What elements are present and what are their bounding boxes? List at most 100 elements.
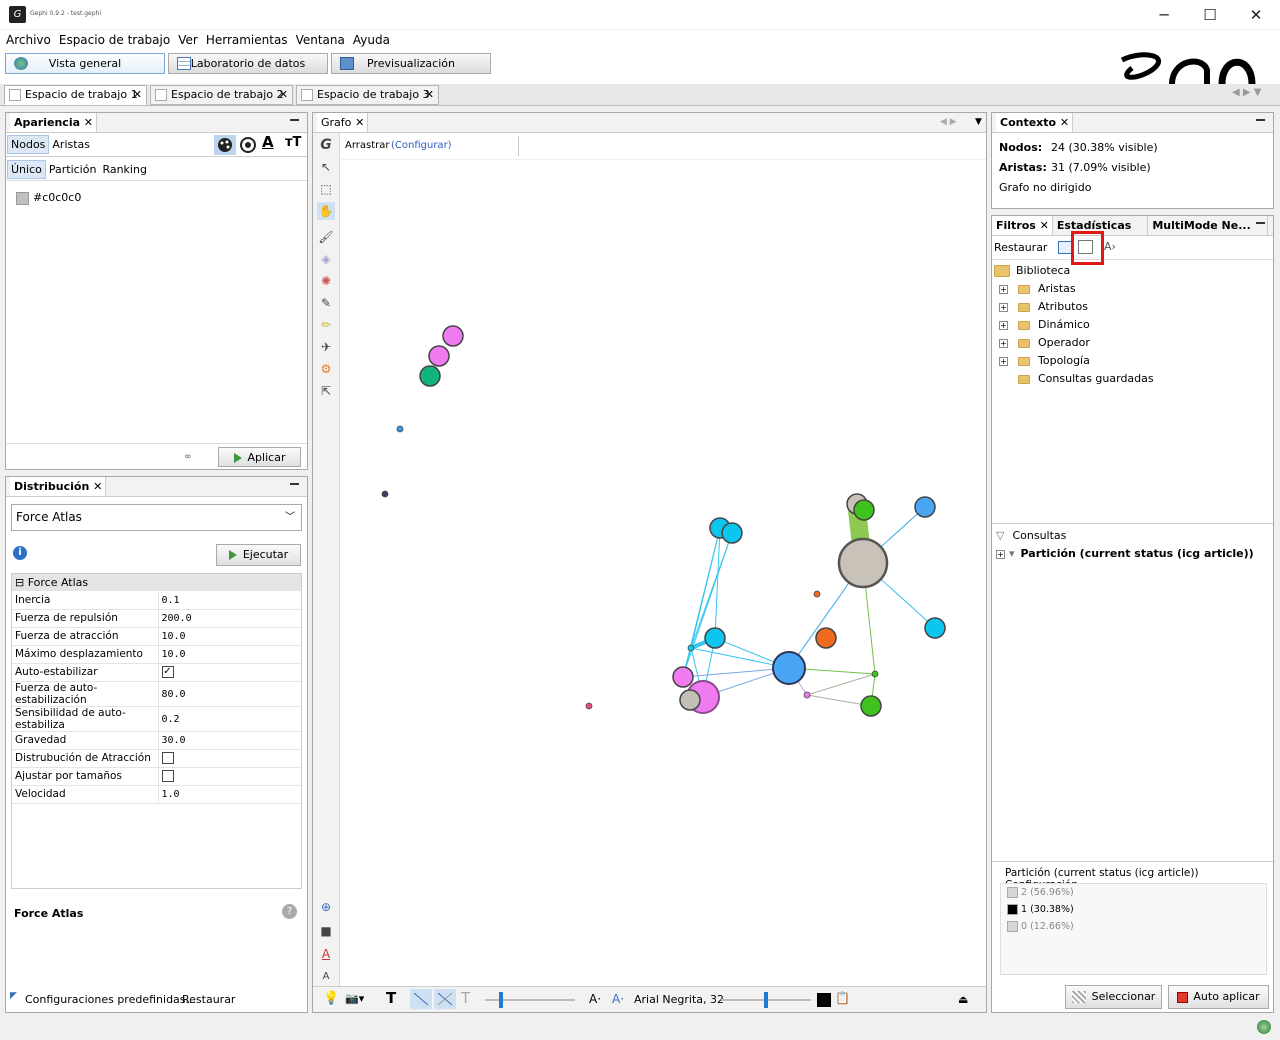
gear-icon[interactable]: ⚙ — [317, 360, 335, 378]
graph-node[interactable] — [704, 627, 726, 649]
property-row[interactable]: Fuerza de auto-estabilización 80.0 — [12, 681, 301, 707]
layout-algorithm-select[interactable]: Force Atlas ﹀ — [11, 504, 302, 531]
property-value[interactable] — [158, 767, 301, 786]
tree-item-operador[interactable]: + Operador — [994, 334, 1273, 352]
graph-node[interactable] — [860, 695, 882, 717]
collapse-icon[interactable]: ⏏ — [958, 993, 968, 1006]
graph-node[interactable] — [813, 590, 821, 598]
tab-multimode[interactable]: MultiMode Ne... — [1148, 216, 1268, 235]
graph-tabs-menu-icon[interactable]: ▼ — [975, 113, 982, 132]
font-color-icon[interactable]: A· — [612, 992, 624, 1006]
property-row[interactable]: Gravedad 30.0 — [12, 731, 301, 750]
expand-icon[interactable]: + — [999, 284, 1008, 294]
show-labels-icon[interactable]: T — [386, 989, 396, 1007]
network-status-icon[interactable] — [1257, 1020, 1271, 1034]
close-button[interactable]: ✕ — [1233, 0, 1279, 30]
layout-tab[interactable]: Distribución ✕ — [10, 477, 107, 496]
font-label[interactable]: Arial Negrita, 32 — [634, 993, 724, 1006]
appearance-tab[interactable]: Apariencia ✕ — [10, 113, 98, 132]
workspace-tab-3[interactable]: Espacio de trabajo 3 ✕ — [296, 85, 439, 105]
property-row[interactable]: Auto-estabilizar ✓ — [12, 663, 301, 682]
context-tab[interactable]: Contexto ✕ — [996, 113, 1074, 132]
tab-edges[interactable]: Aristas — [49, 136, 93, 153]
tree-item-aristas[interactable]: + Aristas — [994, 280, 1273, 298]
minimize-panel-icon[interactable] — [1256, 222, 1265, 224]
run-button[interactable]: Ejecutar — [216, 544, 301, 566]
expand-icon[interactable]: + — [999, 356, 1008, 366]
graph-canvas[interactable] — [341, 160, 986, 987]
property-row[interactable]: Ajustar por tamaños — [12, 767, 301, 786]
slider-thumb[interactable] — [764, 992, 768, 1008]
menu-espacio-de-trabajo[interactable]: Espacio de trabajo — [53, 30, 172, 47]
property-value[interactable]: 0.1 — [158, 591, 301, 610]
menu-ayuda[interactable]: Ayuda — [347, 30, 392, 47]
presets-link[interactable]: Configuraciones predefinidas... — [25, 993, 196, 1006]
property-value[interactable]: 10.0 — [158, 627, 301, 646]
tab-ranking[interactable]: Ranking — [99, 161, 150, 178]
graph-node[interactable] — [924, 617, 946, 639]
menu-ver[interactable]: Ver — [172, 30, 200, 47]
hand-drag-icon[interactable]: ✋ — [317, 202, 335, 220]
property-row[interactable]: Máximo desplazamiento 10.0 — [12, 645, 301, 664]
close-icon[interactable]: ✕ — [1060, 113, 1069, 132]
close-tab-icon[interactable]: ✕ — [425, 86, 434, 104]
slider-thumb[interactable] — [499, 992, 503, 1008]
graph-node[interactable] — [585, 702, 593, 710]
property-value[interactable]: 80.0 — [158, 681, 301, 707]
workspace-tab-1[interactable]: Espacio de trabajo 1 ✕ — [4, 85, 147, 105]
queries-root[interactable]: ▽ Consultas — [996, 527, 1254, 545]
library-root[interactable]: Biblioteca — [994, 262, 1273, 280]
reset-filters-button[interactable]: Restaurar — [994, 241, 1047, 254]
graph-tabs-nav-icon[interactable]: ◀ ▶ — [940, 113, 957, 132]
info-icon[interactable]: i — [13, 546, 27, 560]
property-row[interactable]: Velocidad 1.0 — [12, 785, 301, 804]
graph-node[interactable] — [837, 537, 889, 589]
close-tab-icon[interactable]: ✕ — [133, 86, 142, 104]
expand-icon[interactable]: + — [996, 549, 1005, 559]
close-icon[interactable]: ✕ — [84, 113, 93, 132]
help-icon[interactable]: ? — [282, 904, 297, 919]
graph-node[interactable] — [772, 651, 806, 685]
graph-node[interactable] — [871, 670, 879, 678]
size-icon[interactable] — [238, 135, 258, 155]
apply-button[interactable]: Aplicar — [218, 447, 301, 467]
minimize-panel-icon[interactable] — [1256, 119, 1265, 121]
color-wheel-icon[interactable]: ✺ — [317, 272, 335, 290]
legend-item[interactable]: 1 (30.38%) — [1001, 901, 1266, 918]
property-value[interactable] — [158, 749, 301, 768]
graph-node[interactable] — [396, 425, 404, 433]
minimize-panel-icon[interactable] — [290, 119, 299, 121]
expand-icon[interactable]: + — [999, 302, 1008, 312]
airplane-icon[interactable]: ✈ — [317, 338, 335, 356]
legend-item[interactable]: 0 (12.66%) — [1001, 918, 1266, 935]
paintbrush-icon[interactable]: 🖌 — [317, 228, 335, 246]
data-lab-button[interactable]: Laboratorio de datos — [168, 53, 328, 74]
tree-item-topologia[interactable]: + Topología — [994, 352, 1273, 370]
legend-item[interactable]: 2 (56.96%) — [1001, 884, 1266, 901]
font-size-icon[interactable]: A· — [589, 992, 601, 1006]
graph-node[interactable] — [442, 325, 464, 347]
graph-node[interactable] — [914, 496, 936, 518]
graph-node[interactable] — [853, 499, 875, 521]
color-swatch[interactable] — [16, 191, 29, 205]
minimize-button[interactable]: ─ — [1141, 0, 1187, 30]
auto-apply-button[interactable]: Auto aplicar — [1168, 985, 1269, 1009]
property-row[interactable]: Fuerza de atracción 10.0 — [12, 627, 301, 646]
tab-unique[interactable]: Único — [7, 160, 46, 179]
close-tab-icon[interactable]: ✕ — [279, 86, 288, 104]
help-pointer-icon[interactable]: ⇱ — [317, 382, 335, 400]
label-size-mode-icon[interactable]: T — [461, 989, 470, 1007]
link-icon[interactable]: ∞ — [184, 452, 192, 462]
tree-item-dinamico[interactable]: + Dinámico — [994, 316, 1273, 334]
label-font-icon[interactable]: A — [317, 968, 335, 986]
label-size-icon[interactable]: ᴛT — [285, 135, 301, 150]
zoom-center-icon[interactable]: ⊕ — [317, 898, 335, 916]
workspace-tab-2[interactable]: Espacio de trabajo 2 ✕ — [150, 85, 293, 105]
rectangle-select-icon[interactable]: ⬚ — [317, 180, 335, 198]
background-color-icon[interactable]: ■ — [317, 922, 335, 940]
pointer-icon[interactable]: ↖ — [317, 158, 335, 176]
reset-link[interactable]: Restaurar — [182, 993, 235, 1006]
property-checkbox[interactable] — [161, 770, 174, 782]
show-edges-icon[interactable] — [410, 989, 432, 1009]
close-icon[interactable]: ✕ — [93, 477, 102, 496]
